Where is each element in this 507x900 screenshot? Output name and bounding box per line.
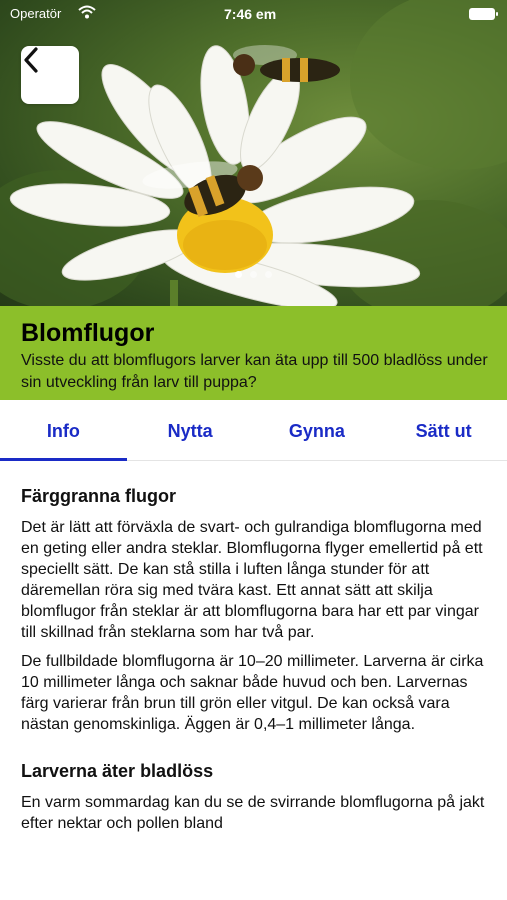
tab-bar: Info Nytta Gynna Sätt ut (0, 400, 507, 461)
pager-dot[interactable] (250, 271, 257, 278)
hero-photo (0, 0, 507, 306)
section-heading: Färggranna flugor (21, 486, 177, 506)
tab-gynna[interactable]: Gynna (254, 400, 381, 460)
tab-satt-ut[interactable]: Sätt ut (380, 400, 507, 460)
status-bar: Operatör 7:46 em (0, 0, 507, 30)
page-title: Blomflugor (21, 319, 155, 347)
paragraph: Det är lätt att förväxla de svart- och g… (21, 519, 483, 641)
paragraph: En varm sommardag kan du se de svirrande… (21, 794, 485, 832)
tab-nytta[interactable]: Nytta (127, 400, 254, 460)
chevron-left-icon (24, 47, 38, 73)
title-band: Blomflugor Visste du att blomflugors lar… (0, 306, 507, 400)
image-pager-dots[interactable] (0, 271, 507, 278)
battery-icon (469, 8, 498, 20)
hero-image[interactable]: Operatör 7:46 em (0, 0, 507, 306)
page-subtitle: Visste du att blomflugors larver kan äta… (21, 352, 488, 391)
tab-info[interactable]: Info (0, 400, 127, 461)
status-time: 7:46 em (224, 6, 277, 22)
pager-dot[interactable] (265, 271, 272, 278)
content-area[interactable]: Färggranna flugor Det är lätt att förväx… (21, 486, 491, 842)
carrier-label: Operatör (10, 6, 62, 21)
back-button[interactable] (21, 46, 79, 104)
section-heading: Larverna äter bladlöss (21, 761, 214, 781)
paragraph: De fullbildade blomflugorna är 10–20 mil… (21, 653, 484, 733)
pager-dot[interactable] (235, 271, 242, 278)
